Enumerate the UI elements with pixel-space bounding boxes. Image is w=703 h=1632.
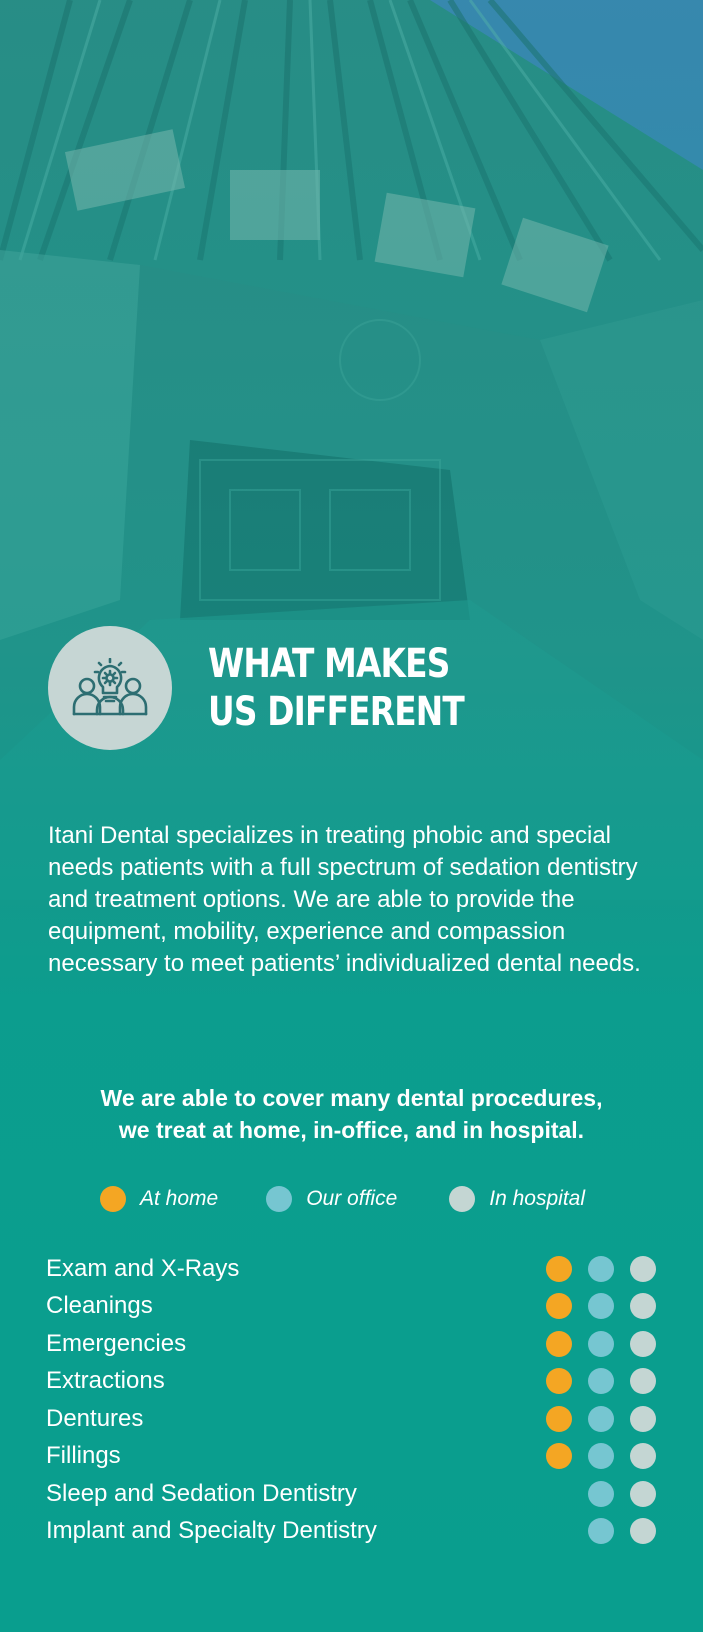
list-item: Emergencies — [46, 1325, 656, 1363]
procedure-list: Exam and X-Rays Cleanings Emergencies Ex… — [46, 1250, 656, 1550]
availability-dots — [530, 1255, 656, 1282]
at-home-dot-icon — [546, 1481, 572, 1507]
availability-dots — [530, 1405, 656, 1432]
list-item: Exam and X-Rays — [46, 1250, 656, 1288]
availability-dots — [530, 1330, 656, 1357]
page: WHAT MAKES US DIFFERENT Itani Dental spe… — [0, 0, 703, 1632]
at-home-dot-icon — [100, 1186, 126, 1212]
in-hospital-dot-icon — [630, 1480, 656, 1507]
at-home-dot-icon — [546, 1368, 572, 1395]
procedure-label: Emergencies — [46, 1329, 187, 1357]
legend-item-in-hospital: In hospital — [449, 1186, 585, 1212]
in-hospital-dot-icon — [630, 1368, 656, 1395]
list-item: Extractions — [46, 1363, 656, 1401]
at-home-dot-icon — [546, 1518, 572, 1544]
in-hospital-dot-icon — [630, 1518, 656, 1545]
section-header: WHAT MAKES US DIFFERENT — [48, 626, 520, 750]
our-office-dot-icon — [588, 1255, 614, 1282]
content: WHAT MAKES US DIFFERENT Itani Dental spe… — [0, 0, 703, 1632]
our-office-dot-icon — [588, 1293, 614, 1320]
procedure-label: Sleep and Sedation Dentistry — [46, 1479, 357, 1507]
location-legend: At home Our office In hospital — [100, 1186, 585, 1212]
page-title: WHAT MAKES US DIFFERENT — [208, 640, 465, 736]
title-line-1: WHAT MAKES — [208, 641, 450, 687]
availability-dots — [530, 1368, 656, 1395]
title-line-2: US DIFFERENT — [208, 689, 465, 735]
our-office-dot-icon — [588, 1480, 614, 1507]
list-item: Sleep and Sedation Dentistry — [46, 1475, 656, 1513]
availability-dots — [530, 1443, 656, 1470]
icon-badge — [48, 626, 172, 750]
procedure-label: Cleanings — [46, 1292, 153, 1320]
in-hospital-dot-icon — [449, 1186, 476, 1212]
legend-label: Our office — [306, 1187, 398, 1210]
subheading-line-1: We are able to cover many dental procedu… — [100, 1085, 603, 1111]
team-idea-icon — [72, 658, 148, 716]
subheading-line-2: we treat at home, in-office, and in hosp… — [118, 1117, 585, 1143]
in-hospital-dot-icon — [630, 1293, 656, 1320]
at-home-dot-icon — [546, 1293, 572, 1320]
our-office-dot-icon — [588, 1443, 614, 1470]
legend-item-our-office: Our office — [266, 1186, 397, 1212]
procedure-label: Fillings — [46, 1442, 121, 1470]
in-hospital-dot-icon — [630, 1443, 656, 1470]
our-office-dot-icon — [588, 1518, 614, 1545]
legend-item-at-home: At home — [100, 1186, 218, 1212]
list-item: Fillings — [46, 1438, 656, 1476]
procedure-label: Extractions — [46, 1367, 165, 1395]
procedure-label: Exam and X-Rays — [46, 1254, 240, 1282]
at-home-dot-icon — [546, 1255, 572, 1282]
procedure-label: Implant and Specialty Dentistry — [46, 1517, 377, 1545]
availability-dots — [530, 1480, 656, 1507]
intro-paragraph: Itani Dental specializes in treating pho… — [48, 822, 641, 977]
in-hospital-dot-icon — [630, 1255, 656, 1282]
our-office-dot-icon — [588, 1368, 614, 1395]
list-item: Cleanings — [46, 1288, 656, 1326]
at-home-dot-icon — [546, 1443, 572, 1470]
legend-label: In hospital — [489, 1187, 585, 1210]
availability-dots — [530, 1293, 656, 1320]
our-office-dot-icon — [266, 1186, 293, 1212]
at-home-dot-icon — [546, 1405, 572, 1432]
our-office-dot-icon — [588, 1330, 614, 1357]
at-home-dot-icon — [546, 1330, 572, 1357]
availability-dots — [530, 1518, 656, 1545]
in-hospital-dot-icon — [630, 1405, 656, 1432]
in-hospital-dot-icon — [630, 1330, 656, 1357]
procedure-label: Dentures — [46, 1404, 144, 1432]
procedures-subheading: We are able to cover many dental procedu… — [40, 1082, 663, 1146]
list-item: Dentures — [46, 1400, 656, 1438]
list-item: Implant and Specialty Dentistry — [46, 1513, 656, 1551]
legend-label: At home — [140, 1187, 219, 1210]
our-office-dot-icon — [588, 1405, 614, 1432]
